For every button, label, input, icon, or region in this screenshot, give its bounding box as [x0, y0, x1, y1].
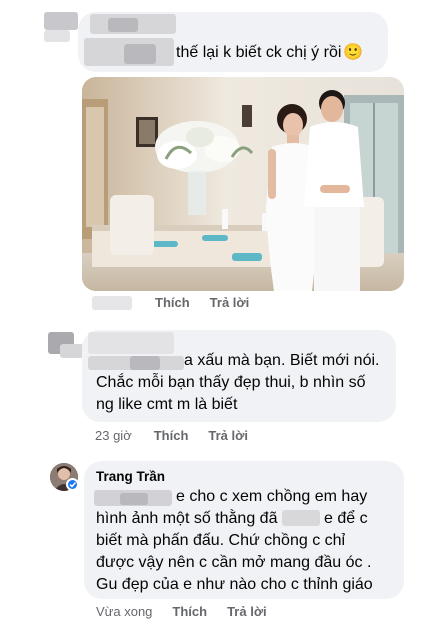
comment-2-actions: 23 giờ Thích Trả lời [95, 428, 248, 443]
comment-3-reply-button[interactable]: Trả lời [227, 604, 267, 619]
comment-1-like-button[interactable]: Thích [155, 295, 190, 310]
comment-2-line-2: Chắc mỗi bạn thấy đẹp thui, b nhìn số [96, 374, 366, 391]
comment-2-reply-button[interactable]: Trả lời [208, 428, 248, 443]
comment-3-line-3: biết mà phấn đấu. Chứ chồng c chỉ [96, 532, 346, 549]
comment-3-author[interactable]: Trang Trần [96, 469, 165, 484]
author-name-blurred-part [108, 18, 138, 32]
comment-3-line-2b: e để c [324, 510, 368, 527]
comment-3-like-button[interactable]: Thích [172, 604, 207, 619]
comment-2-like-button[interactable]: Thích [154, 428, 189, 443]
tagged-name-blurred-part [120, 493, 148, 505]
comment-3-actions: Vừa xong Thích Trả lời [96, 604, 267, 619]
comment-1-actions: Thích Trả lời [155, 295, 249, 310]
comment-3-line-1: e cho c xem chồng em hay [176, 488, 368, 505]
comment-text-blurred [282, 510, 320, 526]
comment-2-time: 23 giờ [95, 428, 132, 443]
photo-scene-icon [82, 77, 404, 291]
smile-emoji-icon: 🙂 [343, 44, 364, 61]
comment-3-time: Vừa xong [96, 604, 153, 619]
comment-1-text: thế lại k biết ck chị ý rồi 🙂 [176, 44, 364, 61]
comment-1-time-blurred [92, 296, 132, 310]
comment-3-line-5: Gu đẹp của e như nào cho c thỉnh giáo [96, 576, 373, 593]
comment-2-line-3: ng like cmt m là biết [96, 396, 238, 413]
comment-text-blurred-part [124, 44, 156, 64]
avatar-blurred-part [44, 30, 70, 42]
wedding-photo[interactable] [82, 77, 404, 291]
comment-2-line-1: a xấu mà bạn. Biết mới nói. [184, 352, 380, 369]
comment-3-line-2a: hình ảnh một số thằng đã [96, 510, 278, 527]
verified-badge-icon [66, 478, 79, 491]
author-name-blurred[interactable] [88, 332, 174, 354]
comment-1-reply-button[interactable]: Trả lời [210, 295, 250, 310]
avatar-blurred[interactable] [44, 12, 78, 30]
comment-3-line-4: được vậy nên c cần mở mang đầu óc . [96, 554, 372, 571]
avatar-blurred-part [60, 344, 84, 358]
comment-text-blurred-part [130, 356, 160, 370]
